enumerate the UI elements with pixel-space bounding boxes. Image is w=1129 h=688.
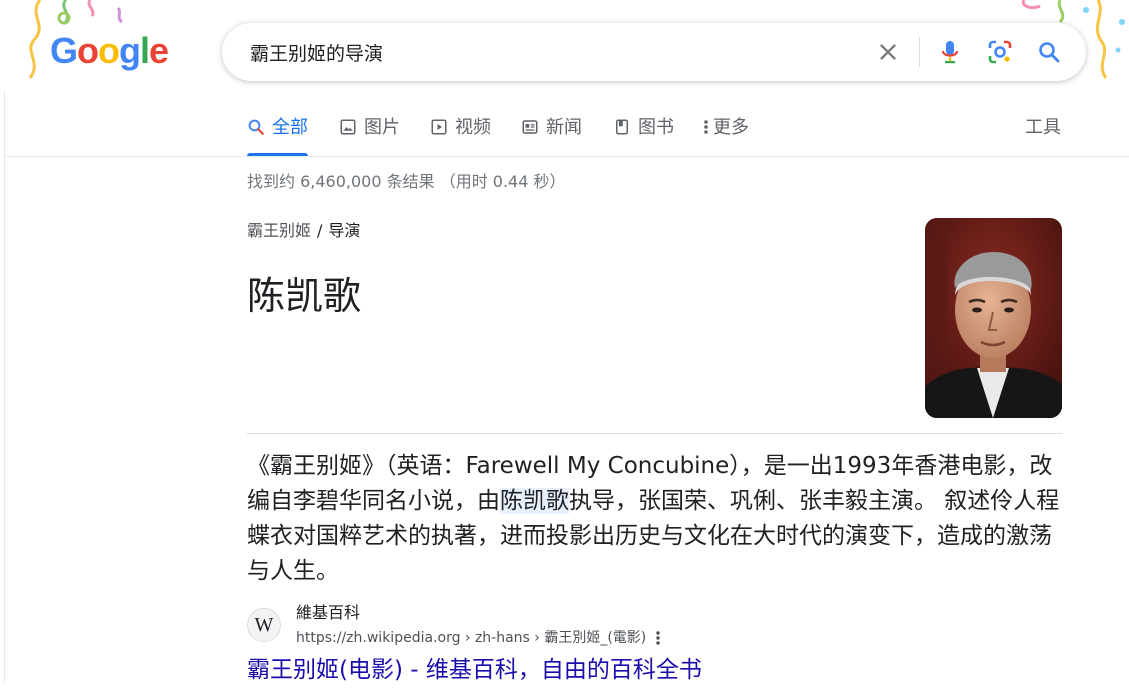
tab-images[interactable]: 图片	[339, 112, 400, 156]
camera-lens-icon	[988, 40, 1012, 64]
page-left-border	[4, 90, 5, 682]
tab-more[interactable]: 更多	[702, 112, 749, 156]
featured-card-divider	[247, 433, 1062, 434]
tab-label: 新闻	[546, 117, 582, 138]
lens-search-button[interactable]	[983, 35, 1017, 69]
tab-label: 视频	[455, 117, 491, 138]
search-box-divider	[919, 37, 920, 67]
tabs-divider	[4, 156, 1129, 157]
book-icon	[613, 118, 631, 136]
snippet-highlight: 陈凯歌	[500, 488, 569, 514]
tab-label: 图书	[638, 117, 674, 138]
tools-button[interactable]: 工具	[1025, 112, 1061, 144]
director-portrait-image[interactable]	[925, 218, 1062, 418]
logo-letter: o	[98, 30, 120, 71]
breadcrumb-current: 导演	[328, 221, 361, 240]
tab-news[interactable]: 新闻	[521, 112, 582, 156]
logo-letter: l	[140, 30, 150, 71]
voice-search-button[interactable]	[933, 35, 967, 69]
breadcrumb: 霸王别姬 / 导演	[247, 219, 360, 243]
tab-label: 更多	[713, 117, 749, 138]
source-url[interactable]: https://zh.wikipedia.org › zh-hans › 霸王別…	[296, 627, 646, 649]
result-title-link[interactable]: 霸王别姬(电影) - 维基百科，自由的百科全书	[247, 652, 702, 688]
search-box	[222, 23, 1086, 81]
featured-answer-title: 陈凯歌	[247, 274, 362, 318]
tab-books[interactable]: 图书	[613, 112, 674, 156]
clear-search-button[interactable]	[871, 35, 905, 69]
microphone-icon	[941, 41, 959, 64]
tab-label: 全部	[272, 117, 308, 138]
more-vertical-icon	[702, 118, 710, 136]
breadcrumb-separator: /	[317, 221, 323, 240]
logo-letter: g	[119, 30, 141, 71]
google-doodle-logo[interactable]: Google	[50, 30, 169, 72]
tab-all[interactable]: 全部	[247, 112, 308, 156]
image-icon	[339, 118, 357, 136]
result-options-button[interactable]	[650, 628, 666, 648]
breadcrumb-parent-link[interactable]: 霸王别姬	[247, 221, 311, 240]
search-submit-button[interactable]	[1032, 35, 1066, 69]
more-vertical-icon	[656, 631, 660, 645]
logo-letter: G	[50, 30, 78, 71]
search-icon	[247, 118, 265, 136]
search-input[interactable]	[248, 37, 852, 67]
news-icon	[521, 118, 539, 136]
featured-snippet-text: 《霸王别姬》（英语：Farewell My Concubine），是一出1993…	[247, 449, 1062, 589]
close-icon	[880, 44, 896, 60]
logo-letter: o	[77, 30, 99, 71]
result-stats: 找到约 6,460,000 条结果 （用时 0.44 秒）	[247, 172, 566, 191]
search-icon	[1039, 42, 1060, 63]
video-icon	[430, 118, 448, 136]
tab-label: 图片	[364, 117, 400, 138]
logo-letter: e	[149, 30, 169, 71]
tab-videos[interactable]: 视频	[430, 112, 491, 156]
wikipedia-favicon-icon: W	[247, 608, 281, 642]
source-site-name[interactable]: 維基百科	[296, 601, 360, 625]
